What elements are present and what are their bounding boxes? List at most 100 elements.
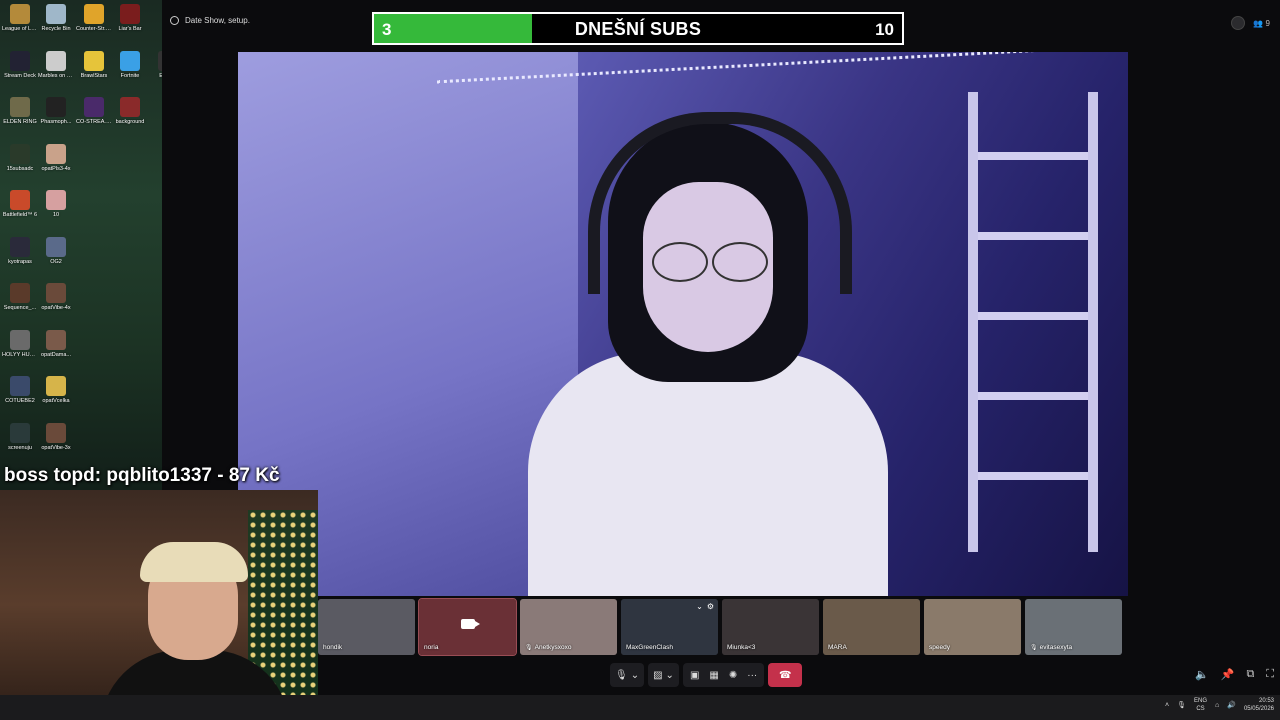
desktop-shortcut[interactable]: BrawlStars: [76, 51, 112, 80]
desktop-shortcut-label: OG2: [50, 259, 62, 265]
desktop-shortcut[interactable]: opatDama...: [38, 330, 74, 359]
participant-name-label: speedy: [929, 644, 950, 651]
participant-tile[interactable]: 🎙 Anetkysxoxo: [520, 599, 617, 655]
app-icon: [10, 376, 30, 396]
app-icon: [10, 283, 30, 303]
desktop-shortcut[interactable]: Ep Lau: [150, 51, 162, 80]
avatar-icon[interactable]: [1231, 16, 1246, 30]
participant-name: noria: [424, 644, 439, 651]
desktop-shortcut[interactable]: HOLYY HUNTERSP...: [2, 330, 38, 359]
pop-out-icon[interactable]: ⧉: [1246, 668, 1254, 681]
chevron-down-icon[interactable]: ⌄: [696, 602, 703, 611]
network-icon[interactable]: ⌂: [1215, 702, 1219, 709]
desktop-shortcut-label: Ep Lau: [150, 73, 162, 80]
hang-up-icon: ☎: [779, 669, 792, 681]
participants-button[interactable]: 👥 9: [1253, 19, 1270, 28]
participant-name-label: Miunka<3: [727, 644, 755, 651]
leave-call-button[interactable]: ☎: [768, 663, 803, 687]
desktop-shortcut[interactable]: Fortnite: [112, 51, 148, 80]
call-title-text: Date Show, setup.: [185, 16, 250, 25]
desktop-shortcut[interactable]: opatPls3-4x: [38, 144, 74, 173]
desktop-shortcut[interactable]: opatVibe-3x: [38, 423, 74, 452]
desktop-shortcut[interactable]: 15subsadc: [2, 144, 38, 173]
desktop-shortcut[interactable]: opatVibe-4x: [38, 283, 74, 312]
app-icon: [46, 4, 66, 24]
participant-tile[interactable]: MARA: [823, 599, 920, 655]
participant-tile[interactable]: Miunka<3: [722, 599, 819, 655]
clock[interactable]: 20:53 05/05/2026: [1244, 697, 1274, 713]
language-indicator[interactable]: ENG CS: [1194, 697, 1207, 713]
desktop-shortcut-label: League of Legendasd: [2, 26, 38, 32]
subs-goal-count: 10: [875, 20, 894, 39]
participant-name-label: 🎙 Anetkysxoxo: [525, 644, 571, 651]
subs-title: DNEŠNÍ SUBS: [574, 19, 702, 39]
desktop-shortcut[interactable]: League of Legendasd: [2, 4, 38, 33]
desktop-shortcut[interactable]: Recycle Bin: [38, 4, 74, 33]
more-button[interactable]: ···: [747, 670, 757, 681]
desktop-shortcut[interactable]: screenuju: [2, 423, 38, 452]
app-icon: [120, 4, 140, 24]
desktop-shortcut-label: opatVcelka: [42, 398, 70, 404]
participant-tile[interactable]: ⌄ ⚙ MaxGreenClash: [621, 599, 718, 655]
desktop-shortcut-label: background: [115, 119, 145, 125]
desktop-shortcut[interactable]: opatVcelka: [38, 376, 74, 405]
desktop-shortcut-label: screenuju: [8, 445, 32, 451]
participant-name: MARA: [828, 644, 847, 651]
desktop-shortcut[interactable]: Stream Deck: [2, 51, 38, 80]
streamer-webcam: [0, 490, 318, 720]
volume-icon[interactable]: 🔈: [1195, 668, 1209, 681]
desktop-shortcut[interactable]: Marbles on Stream: [38, 51, 74, 80]
desktop-shortcut-label: ELDEN RING: [3, 119, 37, 125]
desktop-shortcut-label: kyotrapas: [8, 259, 32, 265]
headset: [588, 112, 852, 294]
desktop-shortcut[interactable]: Liar's Bar: [112, 4, 148, 33]
desktop-shortcut[interactable]: kyotrapas: [2, 237, 38, 266]
desktop-shortcut-label: opatVibe-3x: [41, 445, 71, 451]
desktop-shortcut-label: opatPls3-4x: [41, 166, 71, 172]
top-right-controls: 👥 9: [1231, 16, 1270, 30]
desktop-shortcut[interactable]: Battlefield™ 6: [2, 190, 38, 219]
app-icon: [84, 4, 104, 24]
participant-name: speedy: [929, 644, 950, 651]
desktop-shortcut[interactable]: COTUEBE2: [2, 376, 38, 405]
desktop-shortcut[interactable]: 10: [38, 190, 74, 219]
participant-tile[interactable]: speedy: [924, 599, 1021, 655]
desktop-shortcut[interactable]: ELDEN RING: [2, 97, 38, 126]
fullscreen-icon[interactable]: ⛶: [1266, 668, 1274, 681]
desktop-shortcut-label: opatDama...: [41, 352, 71, 358]
desktop-shortcut[interactable]: background: [112, 97, 148, 126]
app-icon: [46, 190, 66, 210]
taskbar: ˄ 🎙 ENG CS ⌂ 🔊 20:53 05/05/2026: [0, 695, 1280, 720]
participant-tile[interactable]: noria: [418, 598, 517, 656]
desktop-shortcut[interactable]: Phasmoph...: [38, 97, 74, 126]
app-icon: [46, 237, 66, 257]
desktop-shortcut-label: Phasmoph...: [40, 119, 72, 125]
desktop-shortcut[interactable]: CO-STREA... (1): [76, 97, 112, 126]
pin-icon[interactable]: 📌: [1221, 668, 1235, 681]
chevron-up-icon[interactable]: ˄: [1165, 702, 1169, 709]
app-icon: [10, 97, 30, 117]
camera-button[interactable]: ▨ ⌄: [648, 663, 679, 687]
desktop-shortcut-label: 15subsadc: [6, 166, 34, 172]
desktop-shortcut[interactable]: Counter-Str... 2: [76, 4, 112, 33]
desktop-shortcut[interactable]: Sequence_...: [2, 283, 38, 312]
speaker-icon[interactable]: 🔊: [1227, 701, 1236, 709]
app-icon: [10, 423, 30, 443]
participant-tile[interactable]: 🎙 evitasexyta: [1025, 599, 1122, 655]
microphone-icon: 🎙: [1030, 645, 1038, 651]
participant-tile[interactable]: hondik: [318, 599, 415, 655]
app-icon: [46, 51, 66, 71]
mic-tray-icon[interactable]: 🎙: [1177, 701, 1186, 709]
participant-name: Anetkysxoxo: [534, 644, 572, 651]
main-video-feed[interactable]: [238, 52, 1128, 596]
app-icon: [10, 4, 30, 24]
participant-name-label: noria: [424, 644, 438, 651]
apps-icon[interactable]: ▦: [709, 670, 718, 681]
desktop-shortcut-label: 10: [52, 212, 60, 218]
share-icon[interactable]: ⚙: [707, 602, 714, 611]
mic-button[interactable]: 🎙 ⌄: [610, 663, 645, 687]
desktop-shortcut[interactable]: OG2: [38, 237, 74, 266]
participant-name-label: MaxGreenClash: [626, 644, 673, 651]
effects-icon[interactable]: ✺: [729, 670, 737, 681]
share-screen-icon[interactable]: ▣: [690, 670, 699, 681]
